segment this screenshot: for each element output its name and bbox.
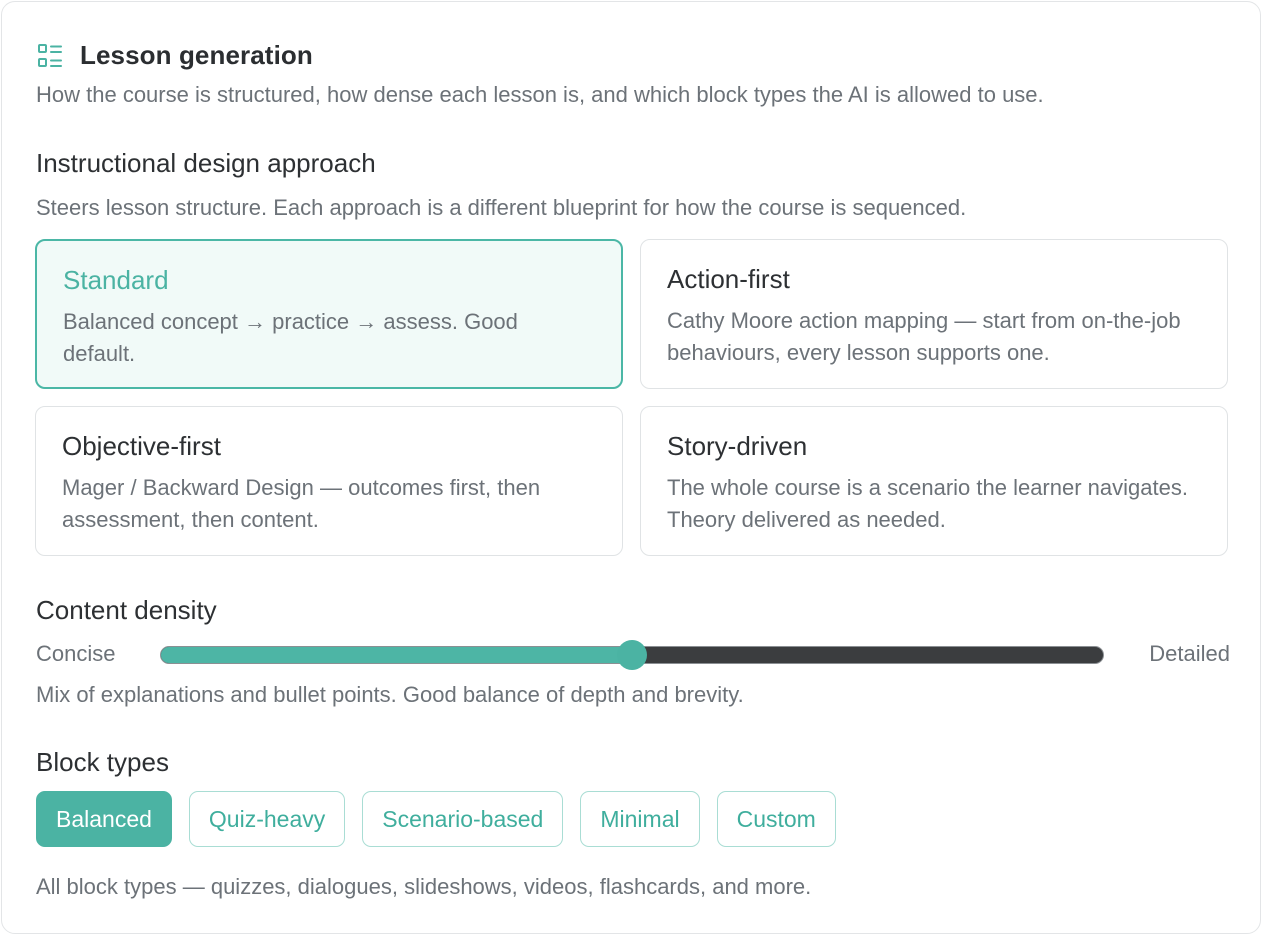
chip-minimal[interactable]: Minimal — [580, 791, 700, 847]
section-subtitle: How the course is structured, how dense … — [36, 82, 1044, 107]
layout-list-icon — [36, 42, 64, 70]
block-types-description: All block types — quizzes, dialogues, sl… — [36, 874, 812, 899]
approach-option-description: The whole course is a scenario the learn… — [667, 475, 1188, 532]
chip-quiz-heavy[interactable]: Quiz-heavy — [188, 791, 346, 847]
density-min-label: Concise — [36, 641, 116, 666]
approach-option-title: Standard — [63, 265, 169, 295]
approach-option-title: Story-driven — [667, 431, 808, 461]
section-title: Lesson generation — [80, 40, 313, 70]
approach-option-description: Cathy Moore action mapping — start from … — [667, 308, 1181, 365]
chip-custom[interactable]: Custom — [716, 791, 836, 847]
approach-option-description: Balanced concept → practice → assess. Go… — [63, 309, 518, 366]
block-types-chips: Balanced Quiz-heavy Scenario-based Minim… — [36, 791, 836, 847]
lesson-generation-card: Lesson generation How the course is stru… — [1, 1, 1261, 934]
approach-option-standard[interactable]: Standard Balanced concept → practice → a… — [35, 239, 623, 389]
approach-option-title: Action-first — [667, 264, 790, 294]
approach-option-description: Mager / Backward Design — outcomes first… — [62, 475, 541, 532]
density-description: Mix of explanations and bullet points. G… — [36, 682, 744, 707]
density-slider-thumb[interactable] — [617, 640, 647, 670]
approach-option-objective-first[interactable]: Objective-first Mager / Backward Design … — [35, 406, 623, 556]
approach-heading: Instructional design approach — [36, 148, 376, 178]
chip-scenario-based[interactable]: Scenario-based — [362, 791, 564, 847]
density-heading: Content density — [36, 595, 217, 625]
approach-option-action-first[interactable]: Action-first Cathy Moore action mapping … — [640, 239, 1228, 389]
section-header: Lesson generation — [36, 40, 313, 71]
density-max-label: Detailed — [1149, 641, 1230, 666]
density-slider-row: Concise Detailed — [36, 638, 1230, 672]
chip-balanced[interactable]: Balanced — [36, 791, 172, 847]
density-slider-fill — [161, 647, 632, 663]
approach-description: Steers lesson structure. Each approach i… — [36, 195, 967, 220]
approach-option-story-driven[interactable]: Story-driven The whole course is a scena… — [640, 406, 1228, 556]
block-types-heading: Block types — [36, 747, 169, 777]
approach-option-title: Objective-first — [62, 431, 221, 461]
